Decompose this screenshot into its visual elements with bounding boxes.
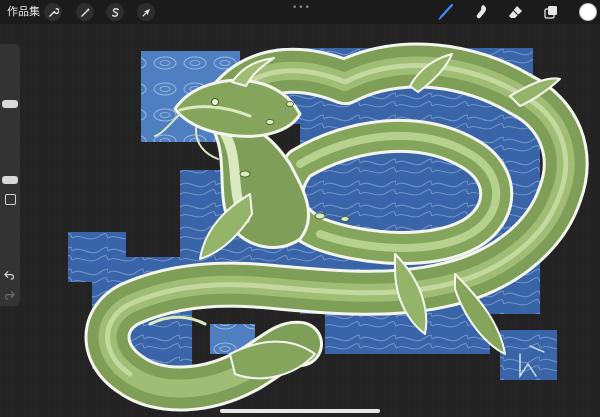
home-indicator[interactable] [220,409,380,413]
more-dots[interactable]: ••• [292,3,311,13]
left-sidebar [0,44,20,306]
selection-button[interactable] [106,3,124,21]
redo-arrow-icon [4,291,15,300]
undo-button[interactable] [4,270,15,284]
layers-icon [544,6,557,19]
selection-s-icon [111,7,119,17]
smudge-icon [476,5,487,19]
eraser-button[interactable] [507,3,525,21]
adjustments-button[interactable] [76,3,94,21]
transform-button[interactable] [137,3,155,21]
layers-button[interactable] [542,3,560,21]
brush-icon [438,4,454,20]
eraser-icon [509,6,522,18]
redo-button[interactable] [4,290,15,304]
wrench-icon [48,7,59,17]
top-toolbar: 作品集 ••• [0,0,600,24]
opacity-slider[interactable] [2,176,18,184]
brush-button[interactable] [437,3,455,21]
arrow-cursor-icon [141,8,150,17]
brush-size-slider[interactable] [2,100,18,108]
actions-button[interactable] [44,3,62,21]
magic-wand-icon [80,7,90,17]
color-swatch-button[interactable] [579,3,597,21]
undo-arrow-icon [4,271,15,280]
smudge-button[interactable] [472,3,490,21]
drawing-canvas[interactable] [0,24,600,417]
gallery-button[interactable]: 作品集 [7,4,40,20]
modify-button[interactable] [5,194,16,205]
